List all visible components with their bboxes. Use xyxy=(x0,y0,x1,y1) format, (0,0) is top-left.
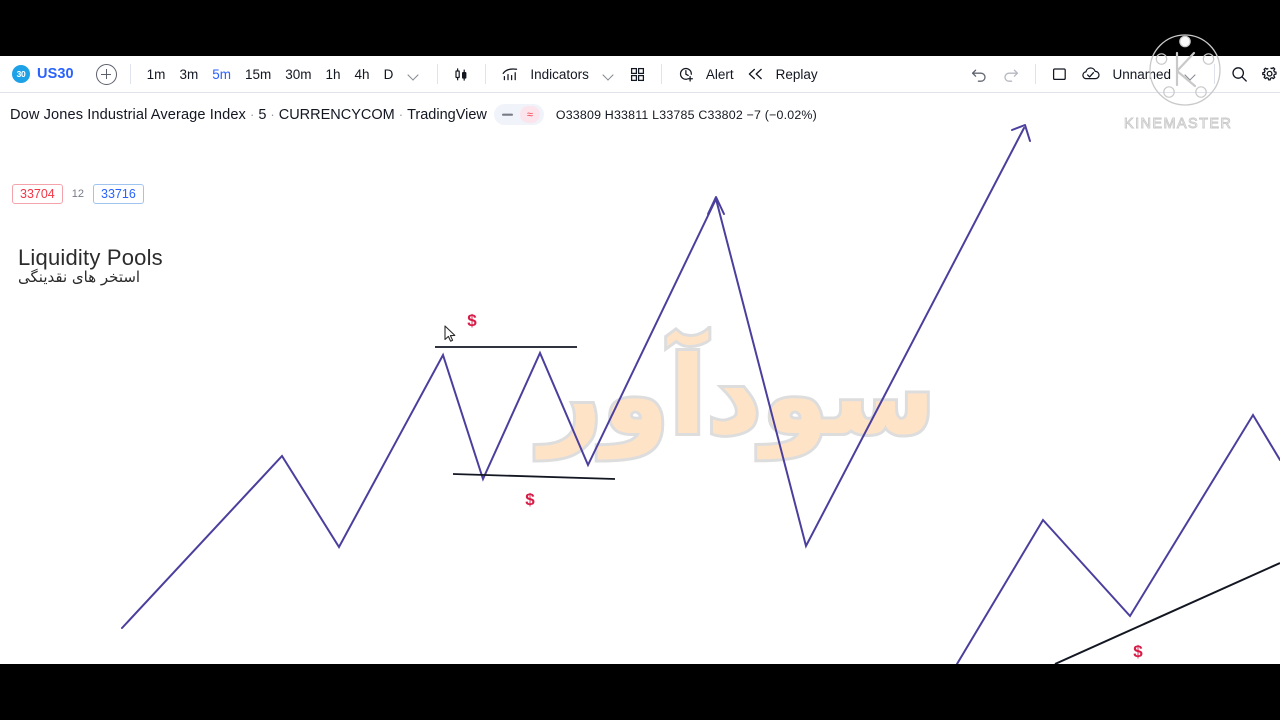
kinemaster-watermark-text: KINEMASTER xyxy=(1124,116,1233,133)
price-zigzag-right xyxy=(956,413,1280,664)
dollar-mark-bottom: $ xyxy=(525,490,535,509)
dollar-mark-top: $ xyxy=(467,311,477,330)
letterbox-top xyxy=(0,0,1280,56)
kinemaster-logo-icon xyxy=(1148,33,1222,107)
letterbox-bottom xyxy=(0,664,1280,720)
mouse-pointer-icon xyxy=(444,325,456,342)
price-zigzag-main xyxy=(121,127,1025,629)
screen-root: 30 US30 1m 3m 5m 15m 30m 1h 4h D Indicat… xyxy=(0,0,1280,720)
lower-liquidity-line[interactable] xyxy=(452,473,616,480)
ascending-trendline[interactable] xyxy=(1054,562,1280,664)
tradingview-window: 30 US30 1m 3m 5m 15m 30m 1h 4h D Indicat… xyxy=(0,56,1280,664)
dollar-mark-trendline: $ xyxy=(1133,642,1143,661)
chart-canvas[interactable]: $ $ $ xyxy=(0,56,1280,664)
